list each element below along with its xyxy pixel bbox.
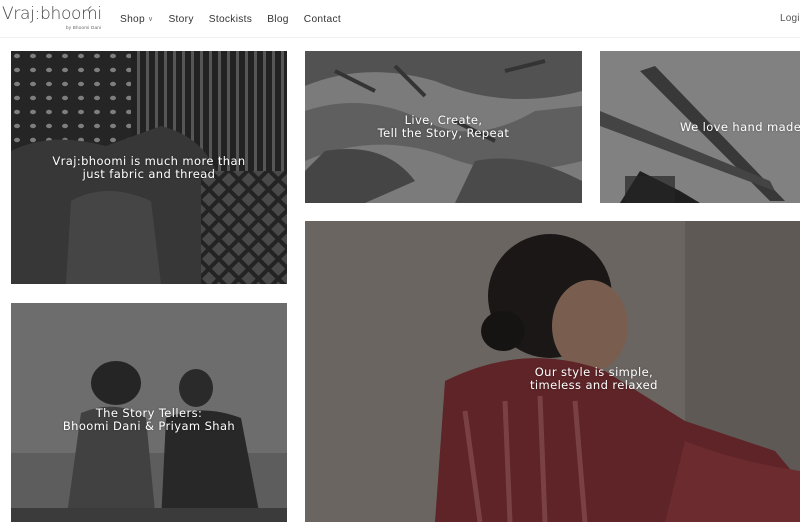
nav-item-blog[interactable]: Blog [267, 14, 289, 25]
nav-item-contact[interactable]: Contact [304, 14, 341, 25]
tile-caption: Live, Create, Tell the Story, Repeat [305, 114, 582, 140]
caption-line: timeless and relaxed [530, 378, 658, 392]
login-link[interactable]: Login [780, 13, 800, 24]
chevron-down-icon: ∨ [148, 16, 154, 23]
tile-caption: We love hand made [680, 121, 800, 134]
main-nav: Shop ∨ Story Stockists Blog Contact [120, 12, 356, 26]
tile-live-create[interactable]: Live, Create, Tell the Story, Repeat [305, 51, 582, 203]
site-header: Vraj:bhoomi by Bhoomi Dani Shop ∨ Story … [0, 0, 800, 38]
nav-item-label: Shop [120, 13, 145, 25]
nav-item-label: Stockists [208, 13, 253, 25]
tile-about-fabric[interactable]: Vraj:bhoomi is much more than just fabri… [11, 51, 287, 284]
nav-item-shop[interactable]: Shop ∨ [120, 14, 153, 25]
logo-subtitle: by Bhoomi Dani [66, 25, 102, 30]
nav-item-label: Story [168, 13, 194, 25]
tile-story-tellers[interactable]: The Story Tellers: Bhoomi Dani & Priyam … [11, 303, 287, 522]
caption-line: Tell the Story, Repeat [377, 126, 510, 140]
logo-mark-icon [87, 6, 92, 11]
tile-caption: Our style is simple, timeless and relaxe… [530, 366, 658, 392]
logo[interactable]: Vraj:bhoomi by Bhoomi Dani [2, 4, 102, 34]
tile-caption: Vraj:bhoomi is much more than just fabri… [11, 155, 287, 181]
nav-item-label: Blog [267, 13, 289, 25]
caption-line: We love hand made [680, 120, 800, 134]
caption-line: just fabric and thread [82, 167, 216, 181]
tile-our-style[interactable]: Our style is simple, timeless and relaxe… [305, 221, 800, 522]
nav-item-story[interactable]: Story [168, 14, 193, 25]
nav-item-stockists[interactable]: Stockists [209, 14, 252, 25]
tile-hand-made[interactable]: We love hand made [600, 51, 800, 203]
nav-item-label: Contact [303, 13, 341, 25]
caption-line: Bhoomi Dani & Priyam Shah [62, 419, 236, 433]
tile-caption: The Story Tellers: Bhoomi Dani & Priyam … [11, 407, 287, 433]
